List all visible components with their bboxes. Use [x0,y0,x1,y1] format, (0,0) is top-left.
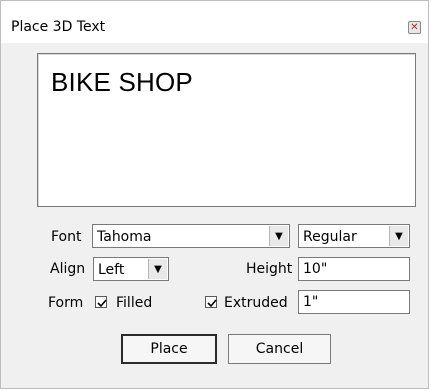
font-style-value: Regular [303,229,357,245]
align-select[interactable]: Left ▼ [93,257,169,281]
extruded-checkbox[interactable] [205,296,217,308]
text-content: BIKE SHOP [51,67,193,97]
chevron-down-icon[interactable]: ▼ [389,226,408,246]
title-bar: Place 3D Text ✕ [1,1,428,43]
height-input[interactable]: 10" [298,257,410,281]
close-icon[interactable]: ✕ [408,21,421,34]
place-button[interactable]: Place [121,334,217,364]
height-label: Height [246,261,293,277]
window-title: Place 3D Text [11,19,106,35]
chevron-down-icon[interactable]: ▼ [269,226,288,246]
extrude-depth-input[interactable]: 1" [298,290,410,314]
cancel-button[interactable]: Cancel [228,334,331,364]
filled-label: Filled [116,295,153,311]
place-3d-text-dialog: Place 3D Text ✕ BIKE SHOP Font Tahoma ▼ … [0,0,429,389]
align-label: Align [50,261,86,277]
align-value: Left [98,262,125,278]
font-label: Font [51,229,82,245]
filled-checkbox[interactable] [95,296,107,308]
font-style-select[interactable]: Regular ▼ [298,224,410,248]
font-family-value: Tahoma [97,229,152,245]
font-family-select[interactable]: Tahoma ▼ [92,224,290,248]
extruded-label: Extruded [224,295,288,311]
checkmark-icon [207,299,217,308]
chevron-down-icon[interactable]: ▼ [148,259,167,279]
text-input-area[interactable]: BIKE SHOP [37,53,416,207]
checkmark-icon [97,299,107,308]
form-label: Form [48,295,84,311]
